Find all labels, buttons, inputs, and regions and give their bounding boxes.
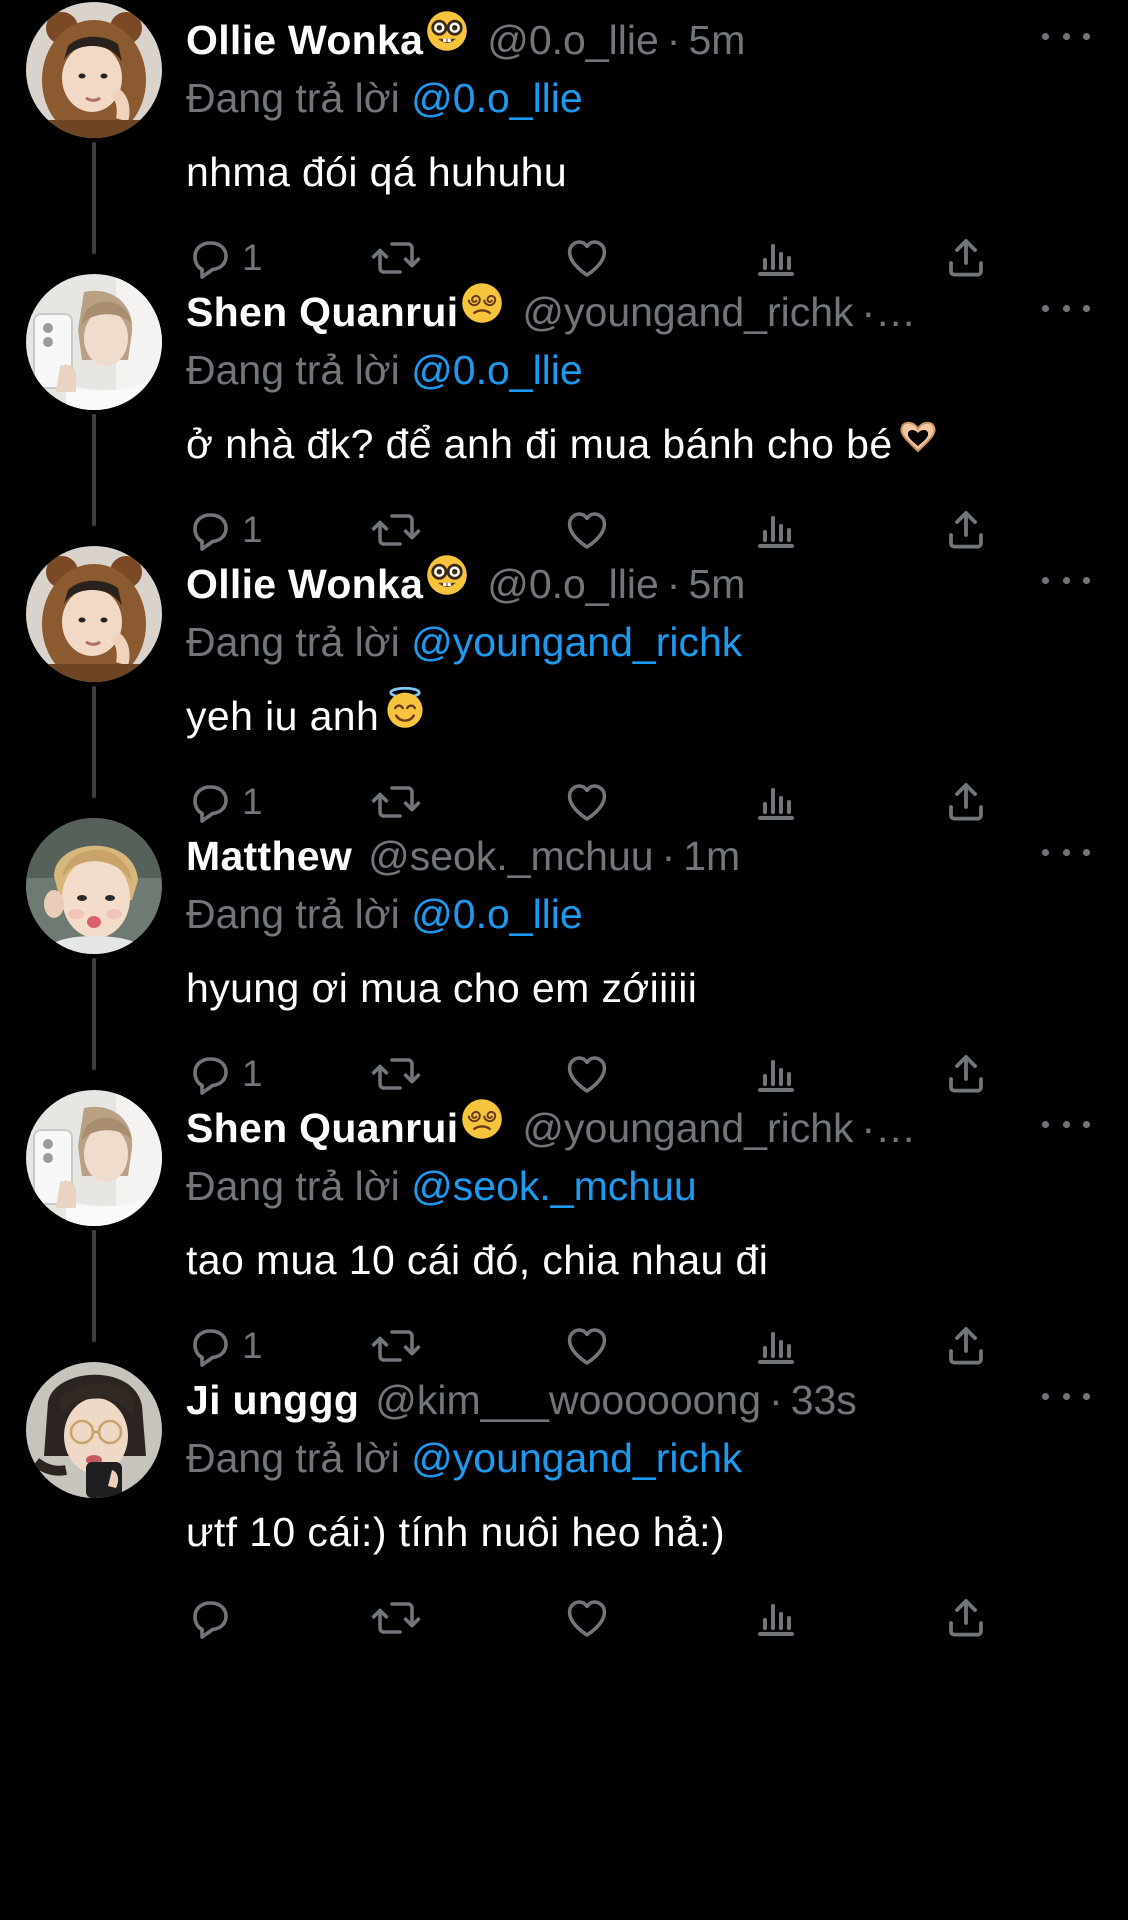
retweet-button[interactable] [370,1590,422,1646]
separator-dot: · [666,561,681,607]
share-button[interactable] [942,1590,990,1646]
halo-face-emoji [383,686,427,744]
reply-button[interactable] [186,1590,234,1646]
views-button[interactable] [752,1590,800,1646]
replying-to: Đang trả lời @youngand_richk [186,616,742,668]
views-icon [752,1594,800,1642]
more-icon[interactable] [1042,838,1090,866]
tweet[interactable]: Ji unggg @kim___woooooong · 33s Đang trả lờ… [0,1352,1128,1682]
avatar[interactable] [26,2,162,138]
avatar[interactable] [26,818,162,954]
replying-to-handle[interactable]: @0.o_llie [411,891,583,937]
tweet-text: yeh iu anh [186,686,427,744]
display-name[interactable]: Matthew [186,833,352,879]
more-icon[interactable] [1042,566,1090,594]
replying-to-label: Đang trả lời [186,891,400,937]
separator-dot: · [769,1377,783,1423]
nerd-face-emoji [425,10,469,69]
replying-to-handle[interactable]: @seok._mchuu [411,1163,696,1209]
more-icon[interactable] [1042,294,1090,322]
share-icon [942,1594,990,1642]
tweet-header: Matthew @seok._mchuu · 1m [186,826,1046,886]
tweet-text-body: yeh iu anh [186,693,380,739]
tweet-text-body: tao mua 10 cái đó, chia nhau đi [186,1237,769,1283]
tweet-actions [186,1590,1016,1646]
dizzy-face-emoji [460,282,504,341]
display-name[interactable]: Ollie Wonka [186,17,423,63]
replying-to: Đang trả lời @seok._mchuu [186,1160,697,1212]
tweet-time[interactable]: 5m [688,561,745,607]
dizzy-face-emoji [460,1098,504,1157]
tweet-text: ưtf 10 cái:) tính nuôi heo hả:) [186,1504,725,1560]
tweet-text: ở nhà đk? để anh đi mua bánh cho bé [186,416,939,472]
retweet-icon [370,1594,422,1642]
tweet-text: tao mua 10 cái đó, chia nhau đi [186,1232,768,1288]
like-button[interactable] [562,1590,612,1646]
display-name[interactable]: Ollie Wonka [186,561,423,607]
replying-to-label: Đang trả lời [186,1435,400,1481]
user-handle[interactable]: @0.o_llie [487,17,659,63]
replying-to-handle[interactable]: @0.o_llie [411,347,583,393]
tweet-time[interactable]: 1m [683,833,740,879]
tweet-thread: Ollie Wonka @0.o_llie · 5m Đang trả lời @0.… [0,0,1128,1920]
tweet-text-body: ưtf 10 cái:) tính nuôi heo hả:) [186,1509,725,1555]
replying-to: Đang trả lời @youngand_richk [186,1432,742,1484]
user-handle[interactable]: @seok._mchuu [368,833,653,879]
user-handle[interactable]: @youngand_richk [522,289,853,335]
separator-dot: ·… [861,1105,917,1151]
separator-dot: · [661,833,676,879]
avatar[interactable] [26,546,162,682]
more-icon[interactable] [1042,22,1090,50]
nerd-face-emoji [425,554,469,613]
display-name[interactable]: Ji unggg [186,1377,359,1423]
more-icon[interactable] [1042,1110,1090,1138]
more-icon[interactable] [1042,1382,1090,1410]
replying-to-label: Đang trả lời [186,347,400,393]
user-handle[interactable]: @youngand_richk [522,1105,853,1151]
tweet-header: Shen Quanrui @youngand_richk ·… [186,282,1046,342]
tweet-text: nhma đói qá huhuhu [186,144,567,200]
display-name[interactable]: Shen Quanrui [186,1105,458,1151]
user-handle[interactable]: @kim___woooooong [375,1377,761,1423]
replying-to-handle[interactable]: @youngand_richk [411,1435,742,1481]
separator-dot: ·… [861,289,917,335]
tweet-header: Ollie Wonka @0.o_llie · 5m [186,10,1046,70]
replying-to: Đang trả lời @0.o_llie [186,344,583,396]
replying-to: Đang trả lời @0.o_llie [186,888,583,940]
avatar[interactable] [26,1090,162,1226]
display-name[interactable]: Shen Quanrui [186,289,458,335]
replying-to-label: Đang trả lời [186,619,400,665]
replying-to-handle[interactable]: @youngand_richk [411,619,742,665]
tweet-header: Shen Quanrui @youngand_richk ·… [186,1098,1046,1158]
tweet-text-body: nhma đói qá huhuhu [186,149,568,195]
tweet-text: hyung ơi mua cho em zớiiiii [186,960,697,1016]
heart-icon [562,1594,612,1642]
tweet-text-body: ở nhà đk? để anh đi mua bánh cho bé [186,421,893,467]
avatar[interactable] [26,1362,162,1498]
tweet-time[interactable]: 33s [791,1377,857,1423]
replying-to: Đang trả lời @0.o_llie [186,72,583,124]
replying-to-label: Đang trả lời [186,1163,400,1209]
reply-icon [186,1594,234,1642]
user-handle[interactable]: @0.o_llie [487,561,659,607]
tweet-header: Ollie Wonka @0.o_llie · 5m [186,554,1046,614]
tweet-header: Ji unggg @kim___woooooong · 33s [186,1370,1046,1430]
tweet-text-body: hyung ơi mua cho em zớiiiii [186,965,698,1011]
replying-to-label: Đang trả lời [186,75,400,121]
replying-to-handle[interactable]: @0.o_llie [411,75,583,121]
tweet-time[interactable]: 5m [688,17,745,63]
heart-hands-emoji [897,415,939,471]
separator-dot: · [666,17,681,63]
avatar[interactable] [26,274,162,410]
